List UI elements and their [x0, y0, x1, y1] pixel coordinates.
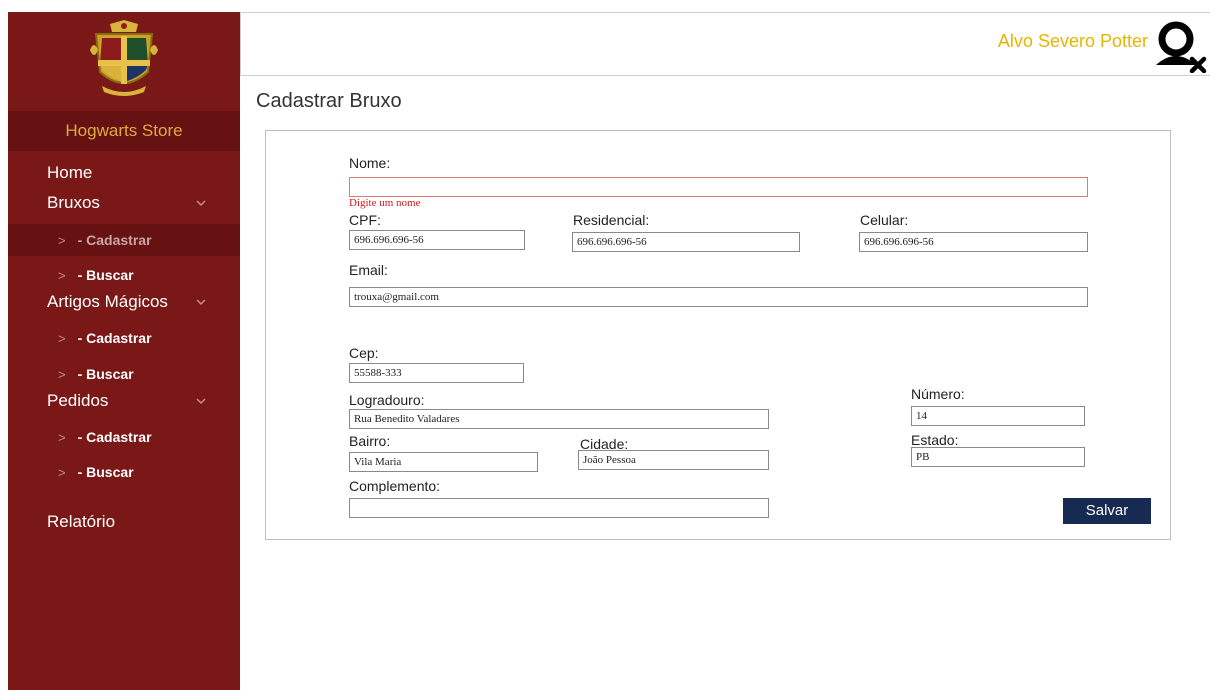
- chevron-right-icon: >: [58, 367, 66, 382]
- top-header: Alvo Severo Potter: [240, 12, 1210, 76]
- chevron-down-icon: [196, 398, 206, 405]
- chevron-down-icon: [196, 200, 206, 207]
- cidade-input[interactable]: João Pessoa: [578, 450, 769, 470]
- celular-input[interactable]: 696.696.696-56: [859, 232, 1088, 252]
- hogwarts-crest-logo: [90, 20, 158, 96]
- email-input[interactable]: trouxa@gmail.com: [349, 287, 1088, 307]
- save-button[interactable]: Salvar: [1063, 498, 1151, 524]
- complemento-label: Complemento:: [349, 478, 441, 494]
- nav-artigos-buscar[interactable]: > - Buscar: [8, 358, 240, 390]
- chevron-right-icon: >: [58, 430, 66, 445]
- residencial-label: Residencial:: [573, 212, 650, 228]
- nome-label: Nome:: [349, 155, 391, 171]
- nav-artigos-cadastrar-label: - Cadastrar: [77, 330, 152, 346]
- nav-bruxos-cadastrar[interactable]: > - Cadastrar: [8, 224, 240, 256]
- numero-input[interactable]: 14: [911, 406, 1085, 426]
- chevron-right-icon: >: [58, 465, 66, 480]
- nav-bruxos-buscar-label: - Buscar: [77, 267, 134, 283]
- cpf-label: CPF:: [349, 212, 381, 228]
- nav-pedidos-buscar-label: - Buscar: [77, 464, 134, 480]
- nav-artigos-magicos[interactable]: Artigos Mágicos: [8, 288, 240, 316]
- nav-bruxos-label: Bruxos: [47, 193, 100, 212]
- nav-pedidos-cadastrar-label: - Cadastrar: [77, 429, 152, 445]
- nav-bruxos-buscar[interactable]: > - Buscar: [8, 259, 240, 291]
- nav-pedidos-buscar[interactable]: > - Buscar: [8, 456, 240, 488]
- nav-artigos-label: Artigos Mágicos: [47, 292, 168, 311]
- nav-pedidos-cadastrar[interactable]: > - Cadastrar: [8, 421, 240, 453]
- bairro-label: Bairro:: [349, 433, 391, 449]
- bairro-input[interactable]: Vila Maria: [349, 452, 538, 472]
- nav-home[interactable]: Home: [8, 159, 240, 187]
- nav-pedidos-label: Pedidos: [47, 391, 109, 410]
- email-label: Email:: [349, 262, 388, 278]
- estado-label: Estado:: [911, 432, 959, 448]
- nav-artigos-buscar-label: - Buscar: [77, 366, 134, 382]
- logradouro-label: Logradouro:: [349, 392, 425, 408]
- nav-bruxos-cadastrar-label: - Cadastrar: [77, 232, 152, 248]
- brand-title: Hogwarts Store: [8, 111, 240, 151]
- residencial-input[interactable]: 696.696.696-56: [572, 232, 800, 252]
- nav-relatorio[interactable]: Relatório: [8, 508, 240, 536]
- chevron-right-icon: >: [58, 268, 66, 283]
- cpf-input[interactable]: 696.696.696-56: [349, 230, 525, 250]
- sidebar: Hogwarts Store Home Bruxos > - Cadastrar …: [8, 12, 240, 690]
- cep-input[interactable]: 55588-333: [349, 363, 524, 383]
- nav-pedidos[interactable]: Pedidos: [8, 387, 240, 415]
- cep-label: Cep:: [349, 345, 379, 361]
- estado-input[interactable]: PB: [911, 447, 1085, 467]
- complemento-input[interactable]: [349, 498, 769, 518]
- nome-error: Digite um nome: [349, 197, 421, 209]
- chevron-right-icon: >: [58, 331, 66, 346]
- nav-bruxos[interactable]: Bruxos: [8, 189, 240, 217]
- nome-input[interactable]: [349, 177, 1088, 197]
- celular-label: Celular:: [860, 212, 909, 228]
- user-logout-icon[interactable]: [1152, 21, 1208, 73]
- numero-label: Número:: [911, 386, 965, 402]
- nav-artigos-cadastrar[interactable]: > - Cadastrar: [8, 322, 240, 354]
- logradouro-input[interactable]: Rua Benedito Valadares: [349, 409, 769, 429]
- chevron-right-icon: >: [58, 233, 66, 248]
- username[interactable]: Alvo Severo Potter: [998, 31, 1148, 52]
- chevron-down-icon: [196, 299, 206, 306]
- page-title: Cadastrar Bruxo: [256, 90, 402, 112]
